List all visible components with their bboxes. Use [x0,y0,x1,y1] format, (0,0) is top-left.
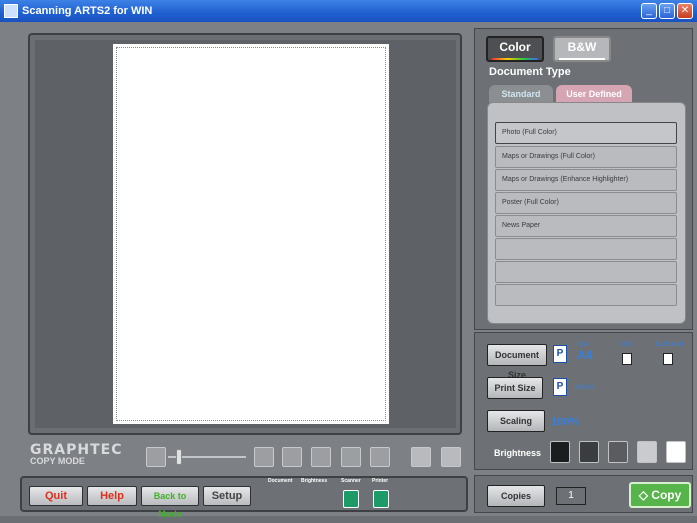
paper-preview [113,44,389,424]
tab-standard[interactable]: Standard [489,85,553,103]
copy-diamond-icon: ◇ [638,488,652,502]
list-item[interactable]: Poster (Full Color) [495,192,677,214]
crop-icon[interactable] [370,447,390,467]
brightness-level-1[interactable] [550,441,570,463]
zoom-out-icon[interactable] [146,447,166,467]
brightness-level-5[interactable] [666,441,686,463]
brightness-status-label: Brightness [301,478,328,484]
actual-size-icon[interactable] [311,447,331,467]
fullscreen-icon[interactable] [341,447,361,467]
preview-page-icon[interactable] [441,447,461,467]
quit-button[interactable]: Quit [29,486,83,506]
scanner-icon[interactable] [343,490,359,508]
list-item[interactable] [495,238,677,260]
maximize-button[interactable]: □ [659,3,675,19]
document-type-label: Document Type [489,66,571,78]
scaling-value: 100% [551,416,580,428]
printer-icon[interactable] [373,490,389,508]
width-page-icon [622,353,632,365]
list-item[interactable]: Photo (Full Color) [495,122,677,144]
app-icon [4,4,18,18]
list-item[interactable]: Maps or Drawings (Full Color) [495,146,677,168]
document-status-label: Document [268,478,293,484]
scan-boundary [116,47,386,421]
scaling-button[interactable]: Scaling [487,410,545,432]
print-size-value: ISO A4 [575,385,595,391]
print-size-button[interactable]: Print Size [487,377,543,399]
bw-indicator [559,58,605,60]
list-item[interactable]: Maps or Drawings (Enhance Highlighter) [495,169,677,191]
app-window: Scanning ARTS2 for WIN _ □ ✕ GRAPHTEC CO… [0,0,697,519]
portrait-icon: P [553,345,567,363]
graphtec-logo: GRAPHTEC COPY MODE [30,442,122,466]
save-icon[interactable] [411,447,431,467]
brightness-level-4[interactable] [637,441,657,463]
printer-label: Printer [372,478,389,484]
preview-area [35,40,456,428]
window-controls: _ □ ✕ [641,3,693,19]
list-item[interactable] [495,261,677,283]
back-to-mode-button[interactable]: Back to Mode [141,486,199,519]
tab-user-defined[interactable]: User Defined [556,85,632,103]
zoom-in-icon[interactable] [254,447,274,467]
scanner-label: Scanner [341,478,361,484]
copy-button-label: Copy [651,488,682,502]
copy-button[interactable]: ◇ Copy [629,482,691,508]
brightness-level-3[interactable] [608,441,628,463]
fit-page-icon[interactable] [282,447,302,467]
list-item[interactable] [495,284,677,306]
copies-button[interactable]: Copies [487,485,545,507]
brightness-label: Brightness [494,448,542,458]
document-width-value: 8.27 i [619,342,635,348]
print-portrait-icon: P [553,378,567,396]
document-size-value: A4 [577,348,593,362]
minimize-button[interactable]: _ [641,3,657,19]
preview-frame [28,33,462,435]
zoom-slider-knob[interactable] [176,449,182,465]
setup-button[interactable]: Setup [203,486,251,506]
color-indicator [492,58,538,60]
height-page-icon [663,353,673,365]
title-bar: Scanning ARTS2 for WIN _ □ ✕ [0,0,697,22]
window-title: Scanning ARTS2 for WIN [22,5,153,17]
document-height-value: 11.69 inch [655,342,684,348]
brightness-level-2[interactable] [579,441,599,463]
document-size-button[interactable]: Document Size [487,344,547,380]
list-item[interactable]: News Paper [495,215,677,237]
close-button[interactable]: ✕ [677,3,693,19]
copies-input[interactable]: 1 [556,487,586,505]
help-button[interactable]: Help [87,486,137,506]
